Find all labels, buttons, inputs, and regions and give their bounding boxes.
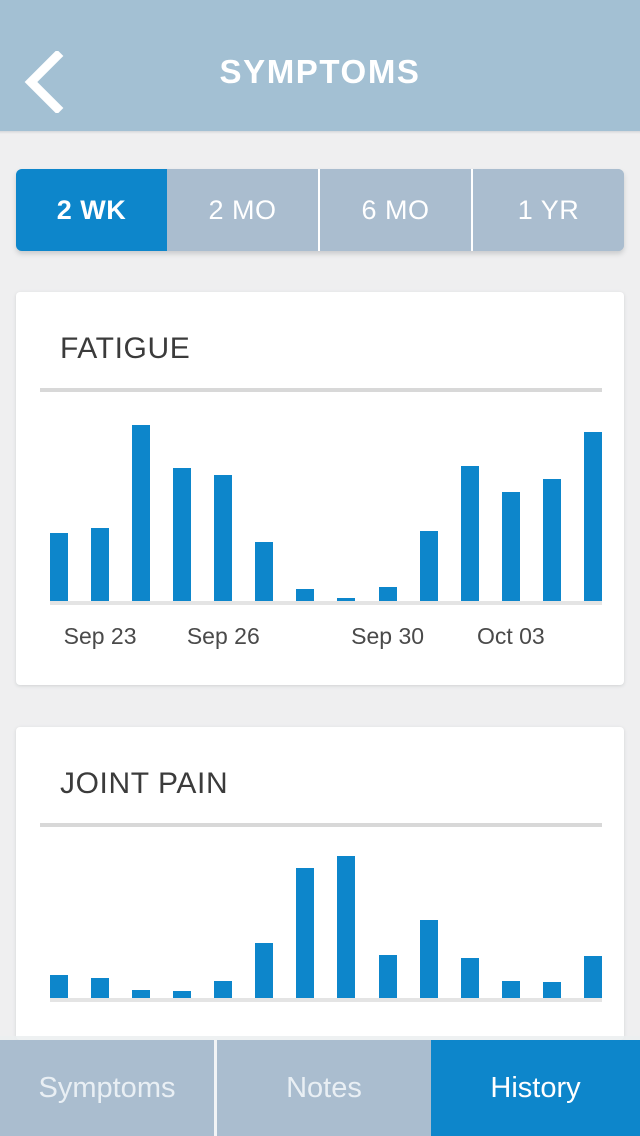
bar — [419, 531, 438, 605]
tab-history[interactable]: History — [431, 1040, 640, 1136]
page-title: SYMPTOMS — [219, 52, 421, 90]
range-option-2wk[interactable]: 2 WK — [16, 169, 167, 251]
card-title-joint-pain: JOINT PAIN — [60, 767, 229, 800]
tab-symptoms[interactable]: Symptoms — [0, 1040, 214, 1136]
bar-chart-joint-pain — [16, 827, 624, 1002]
x-axis-label: Sep 23 — [63, 623, 137, 649]
bar — [255, 542, 274, 605]
bar — [50, 533, 68, 605]
bar — [501, 491, 520, 605]
bar-chart-fatigue — [16, 392, 624, 605]
bar — [296, 868, 315, 1002]
bar — [583, 432, 602, 605]
bar — [337, 856, 356, 1002]
bar — [583, 956, 602, 1002]
bar-series-joint-pain — [50, 827, 602, 1002]
chevron-left-icon — [23, 51, 65, 113]
bar — [132, 425, 151, 605]
bar — [173, 468, 192, 605]
range-option-2mo[interactable]: 2 MO — [167, 169, 318, 251]
card-title-fatigue: FATIGUE — [60, 332, 191, 365]
chart-axis-line — [50, 998, 602, 1002]
x-axis-label: Sep 26 — [186, 623, 260, 649]
bar — [214, 475, 233, 605]
app-screen: SYMPTOMS 2 WK 2 MO 6 MO 1 YR FATIGUE Sep… — [0, 0, 640, 1136]
bar — [542, 479, 561, 605]
header-shadow — [0, 131, 640, 134]
bar — [255, 942, 274, 1002]
x-axis-label: Oct 03 — [476, 623, 545, 649]
chart-x-axis-labels: Sep 23 Sep 26 Sep 30 Oct 03 — [16, 605, 624, 663]
bar — [419, 919, 438, 1002]
bottom-tab-bar: Symptoms Notes History — [0, 1040, 640, 1136]
back-button[interactable] — [14, 50, 74, 114]
bar — [91, 527, 110, 605]
bar — [378, 954, 397, 1002]
header-bar: SYMPTOMS — [0, 0, 640, 131]
range-option-1yr[interactable]: 1 YR — [471, 169, 624, 251]
symptom-card-joint-pain[interactable]: JOINT PAIN — [16, 727, 624, 1040]
tab-notes[interactable]: Notes — [214, 1040, 431, 1136]
bar — [460, 957, 479, 1002]
x-axis-label: Sep 30 — [351, 623, 425, 649]
range-selector[interactable]: 2 WK 2 MO 6 MO 1 YR — [16, 169, 624, 251]
range-option-6mo[interactable]: 6 MO — [318, 169, 471, 251]
symptom-card-fatigue[interactable]: FATIGUE Sep 23 Sep 26 Sep 30 Oct 03 — [16, 292, 624, 685]
bar — [460, 466, 479, 605]
bar-series-fatigue — [50, 392, 602, 605]
